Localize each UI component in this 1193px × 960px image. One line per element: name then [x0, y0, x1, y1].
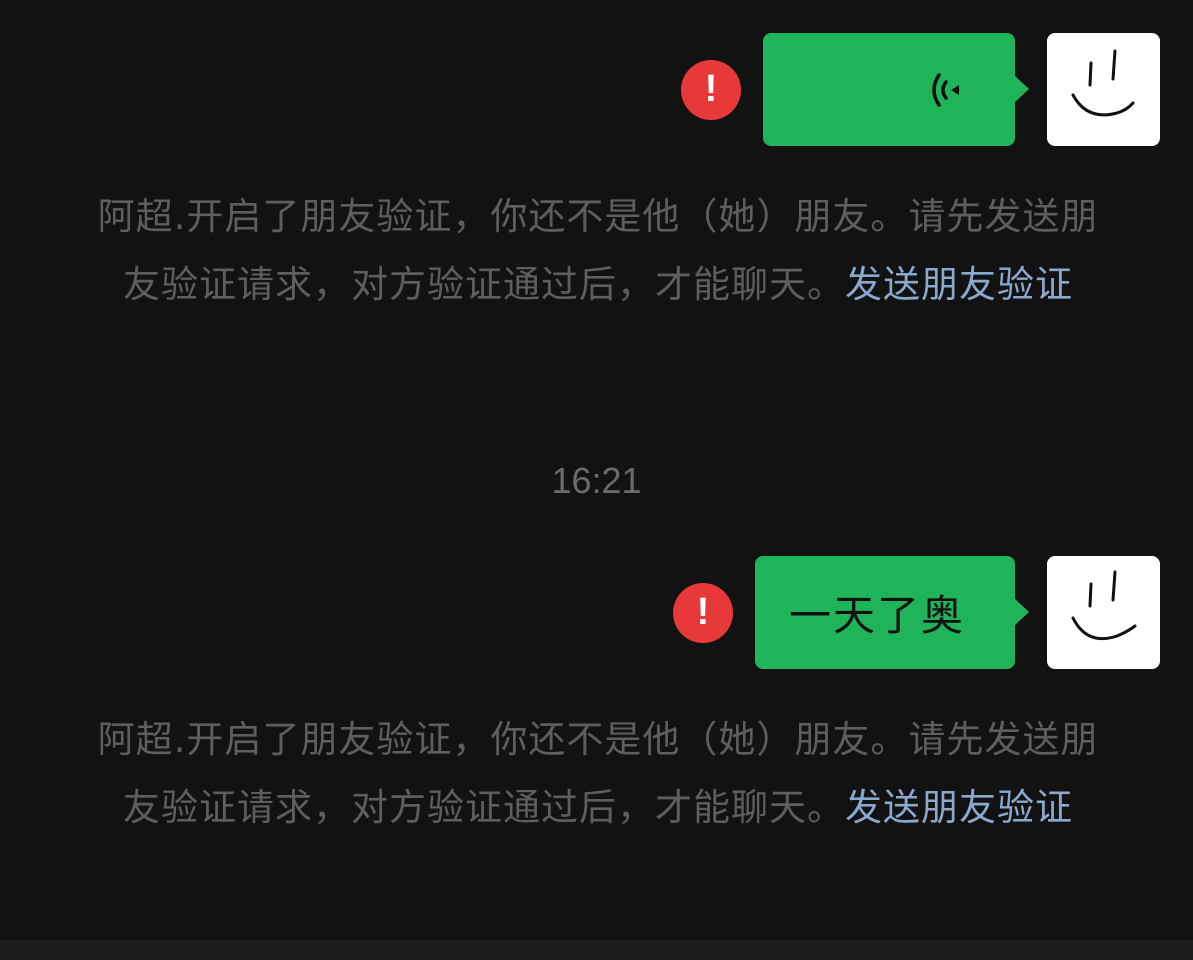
message-text: 一天了奥 [789, 591, 966, 640]
avatar[interactable] [1047, 33, 1160, 146]
send-verification-link[interactable]: 发送朋友验证 [845, 786, 1073, 829]
message-row-text: ! 一天了奥 [673, 556, 1160, 669]
system-notice: 阿超.开启了朋友验证，你还不是他（她）朋友。请先发送朋友验证请求，对方验证通过后… [92, 706, 1104, 842]
message-row-voice: ! [681, 33, 1160, 146]
error-exclamation-icon[interactable]: ! [681, 59, 741, 120]
smiley-face-avatar [1071, 49, 1135, 117]
smiley-face-avatar [1071, 570, 1137, 641]
timestamp: 16:21 [551, 460, 642, 501]
voice-wave-icon [932, 72, 959, 107]
error-exclamation-icon[interactable]: ! [673, 582, 733, 643]
chat-window: ! 阿超.开启了朋友验证，你还不是他（她）朋友。请先发送朋友验证请求，对方验证通… [0, 0, 1193, 960]
avatar[interactable] [1047, 556, 1160, 669]
send-verification-link[interactable]: 发送朋友验证 [845, 263, 1073, 306]
voice-message-bubble[interactable] [763, 33, 1029, 146]
system-notice: 阿超.开启了朋友验证，你还不是他（她）朋友。请先发送朋友验证请求，对方验证通过后… [92, 183, 1104, 319]
bottom-divider [0, 940, 1193, 960]
text-message-bubble[interactable]: 一天了奥 [755, 556, 1029, 669]
